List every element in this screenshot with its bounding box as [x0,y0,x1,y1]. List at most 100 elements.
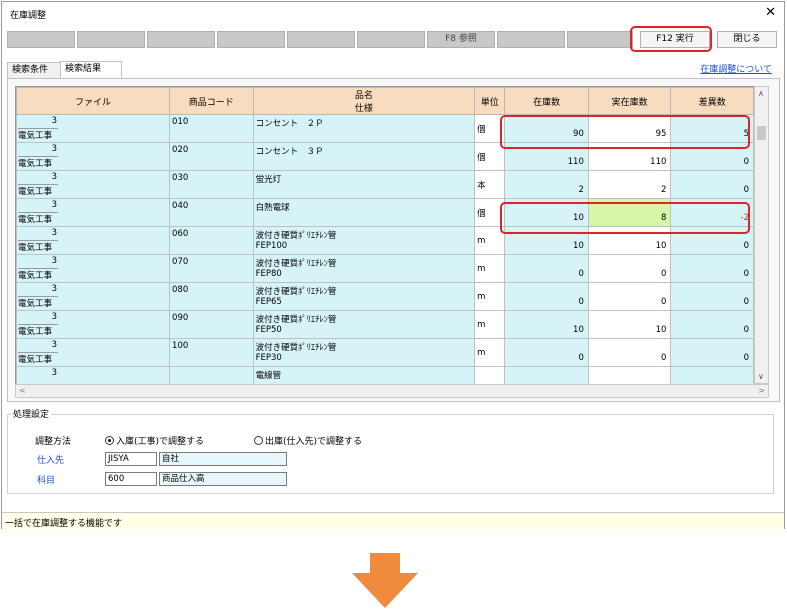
radio-adjust-by-receipt[interactable]: 入庫(工事)で調整する [105,434,204,447]
close-button[interactable]: 閉じる [717,31,777,48]
tab-search-results[interactable]: 検索結果 [60,61,122,79]
product-name: 波付き硬質ﾎﾟﾘｴﾁﾚﾝ管 [255,231,337,241]
product-name-cell[interactable]: コンセント ３Ｐ [252,142,476,171]
table-row[interactable]: 3 電気工事 070 波付き硬質ﾎﾟﾘｴﾁﾚﾝ管 FEP80 m 0 0 0 [16,254,754,283]
unit-cell[interactable]: m [474,310,506,339]
product-code-cell[interactable]: 090 [169,310,254,339]
product-name-cell[interactable]: 波付き硬質ﾎﾟﾘｴﾁﾚﾝ管 FEP80 [252,254,476,283]
header-file[interactable]: ファイル [16,87,171,115]
file-cell[interactable]: 3 電気工事 [16,338,171,367]
product-name-cell[interactable]: 蛍光灯 [252,170,476,199]
product-name-cell[interactable]: 波付き硬質ﾎﾟﾘｴﾁﾚﾝ管 FEP100 [252,226,476,255]
file-label: 電気工事 [18,128,58,141]
scroll-right-icon[interactable]: > [758,386,765,395]
vertical-scrollbar[interactable]: ∧ ∨ [754,86,769,384]
header-difference[interactable]: 差異数 [670,87,754,115]
header-actual-stock[interactable]: 実在庫数 [587,87,672,115]
table-row[interactable]: 3 電気工事 100 波付き硬質ﾎﾟﾘｴﾁﾚﾝ管 FEP30 m 0 0 0 [16,338,754,367]
product-name-cell[interactable]: 波付き硬質ﾎﾟﾘｴﾁﾚﾝ管 FEP65 [252,282,476,311]
header-unit[interactable]: 単位 [474,87,506,115]
product-code-cell[interactable]: 040 [169,198,254,227]
file-label: 電気工事 [18,268,58,281]
product-code-cell[interactable]: 100 [169,338,254,367]
product-name: 白熱電球 [255,203,290,213]
f8-reference-button[interactable]: F8 参照 [427,31,495,48]
horizontal-scrollbar[interactable]: < > [15,384,769,398]
product-name-cell[interactable]: コンセント ２Ｐ [252,114,476,143]
product-name-cell[interactable]: 波付き硬質ﾎﾟﾘｴﾁﾚﾝ管 FEP30 [252,338,476,367]
table-row[interactable]: 3 電気工事 090 波付き硬質ﾎﾟﾘｴﾁﾚﾝ管 FEP50 m 10 10 0 [16,310,754,339]
file-cell[interactable]: 3 電気工事 [16,254,171,283]
account-label[interactable]: 科目 [37,473,55,486]
scroll-thumb[interactable] [757,126,766,140]
supplier-name-field: 自社 [159,452,287,466]
header-stock[interactable]: 在庫数 [504,87,589,115]
header-product-name[interactable]: 品名 仕様 [252,87,476,115]
file-number: 3 [51,312,58,322]
supplier-label[interactable]: 仕入先 [37,453,64,466]
function-key-5[interactable] [287,31,355,48]
product-name: 波付き硬質ﾎﾟﾘｴﾁﾚﾝ管 [255,287,337,297]
difference-cell: 0 [670,310,754,339]
supplier-code-input[interactable]: JISYA [105,452,157,466]
unit-cell[interactable]: m [474,338,506,367]
actual-stock-cell[interactable]: 0 [587,282,672,311]
product-code-cell[interactable]: 070 [169,254,254,283]
function-key-3[interactable] [147,31,215,48]
file-label: 電気工事 [18,240,58,253]
tab-search-conditions[interactable]: 検索条件 [7,62,61,78]
help-link-inventory-adjust[interactable]: 在庫調整について [700,62,772,75]
unit-cell[interactable]: m [474,282,506,311]
close-icon[interactable]: ✕ [765,5,776,20]
file-label: 電気工事 [18,296,58,309]
scroll-down-icon[interactable]: ∨ [758,372,764,381]
function-key-6[interactable] [357,31,425,48]
down-arrow-icon [352,553,418,608]
file-cell[interactable]: 3 電気工事 [16,114,171,143]
product-name-cell[interactable]: 波付き硬質ﾎﾟﾘｴﾁﾚﾝ管 FEP50 [252,310,476,339]
product-name-cell[interactable]: 白熱電球 [252,198,476,227]
stock-cell: 2 [504,170,589,199]
radio-adjust-by-issue[interactable]: 出庫(仕入先)で調整する [254,434,362,447]
account-name-field: 商品仕入高 [159,472,287,486]
actual-stock-cell[interactable]: 10 [587,310,672,339]
table-row[interactable]: 3 電気工事 030 蛍光灯本 2 2 0 [16,170,754,199]
product-spec: FEP30 [255,353,282,363]
product-name: 波付き硬質ﾎﾟﾘｴﾁﾚﾝ管 [255,315,337,325]
function-key-2[interactable] [77,31,145,48]
file-number: 3 [51,284,58,294]
actual-stock-cell[interactable]: 2 [587,170,672,199]
actual-stock-cell[interactable]: 0 [587,338,672,367]
product-code-cell[interactable]: 020 [169,142,254,171]
file-number: 3 [51,256,58,266]
table-row[interactable]: 3 電気工事 080 波付き硬質ﾎﾟﾘｴﾁﾚﾝ管 FEP65 m 0 0 0 [16,282,754,311]
scroll-left-icon[interactable]: < [19,386,26,395]
account-code-input[interactable]: 600 [105,472,157,486]
stock-cell: 0 [504,282,589,311]
radio-selected-icon[interactable] [105,436,114,445]
product-name: 電線管 [255,371,282,381]
stock-cell: 10 [504,310,589,339]
product-code-cell[interactable]: 080 [169,282,254,311]
file-cell[interactable]: 3 電気工事 [16,282,171,311]
product-code-cell[interactable]: 010 [169,114,254,143]
function-key-1[interactable] [7,31,75,48]
function-key-4[interactable] [217,31,285,48]
radio-unselected-icon[interactable] [254,436,263,445]
function-key-11[interactable] [567,31,633,48]
scroll-up-icon[interactable]: ∧ [758,89,764,98]
file-cell[interactable]: 3 電気工事 [16,310,171,339]
function-key-9[interactable] [497,31,565,48]
header-product-code[interactable]: 商品コード [169,87,254,115]
product-code-cell[interactable]: 060 [169,226,254,255]
product-name: 蛍光灯 [255,175,282,185]
file-cell[interactable]: 3 電気工事 [16,198,171,227]
file-cell[interactable]: 3 電気工事 [16,142,171,171]
file-cell[interactable]: 3 電気工事 [16,226,171,255]
unit-cell[interactable]: 本 [474,170,506,199]
unit-cell[interactable]: m [474,254,506,283]
actual-stock-cell[interactable]: 0 [587,254,672,283]
highlight-row-010 [500,115,750,149]
file-cell[interactable]: 3 電気工事 [16,170,171,199]
product-code-cell[interactable]: 030 [169,170,254,199]
